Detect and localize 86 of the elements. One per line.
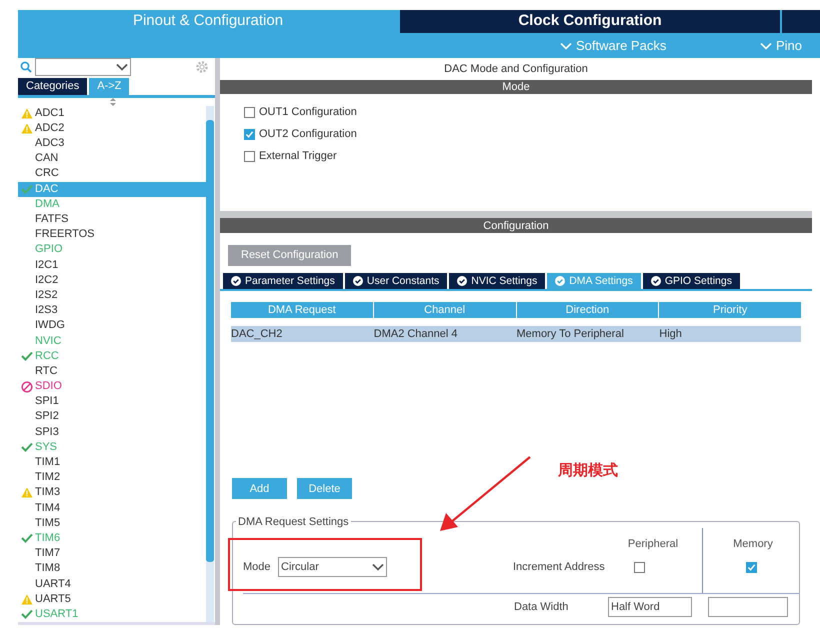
checkbox[interactable] bbox=[746, 562, 756, 573]
check-circle-icon bbox=[555, 276, 566, 286]
scroll-arrows-icon[interactable] bbox=[110, 98, 116, 106]
peripheral-item[interactable]: UART5 bbox=[18, 592, 206, 607]
peripheral-item[interactable]: TIM3 bbox=[18, 485, 206, 500]
sidebar-tab[interactable]: Categories bbox=[18, 78, 88, 95]
field-label: Increment Address bbox=[513, 560, 606, 576]
peripheral-item[interactable]: TIM5 bbox=[18, 516, 206, 531]
table-row[interactable]: DAC_CH2 DMA2 Channel 4 Memory To Peripheral High bbox=[231, 326, 801, 342]
peripheral-item[interactable]: IWDG bbox=[18, 318, 206, 334]
warning-icon bbox=[20, 122, 32, 134]
table-cell-text: Memory To Peripheral bbox=[516, 327, 625, 342]
warning-icon bbox=[20, 108, 32, 119]
settings-tab[interactable]: User Constants bbox=[344, 273, 448, 290]
blocked-icon bbox=[20, 380, 32, 393]
peripheral-item[interactable]: CRC bbox=[18, 166, 206, 182]
column-header: Direction bbox=[516, 302, 658, 318]
peripheral-item[interactable]: ADC2 bbox=[18, 120, 206, 136]
check-circle-icon bbox=[457, 276, 468, 286]
checkbox[interactable] bbox=[634, 562, 644, 573]
settings-icon[interactable] bbox=[195, 60, 209, 74]
settings-tab[interactable]: NVIC Settings bbox=[449, 273, 546, 290]
check-circle-icon bbox=[231, 276, 241, 286]
column-header: DMA Request bbox=[231, 302, 373, 318]
top-tab[interactable]: Clock Configuration bbox=[400, 10, 780, 33]
peripheral-item[interactable]: FATFS bbox=[18, 212, 206, 228]
checkbox[interactable] bbox=[244, 128, 255, 140]
chevron-down-icon bbox=[760, 42, 772, 50]
peripheral-item[interactable]: CAN bbox=[18, 151, 206, 166]
width-select[interactable] bbox=[708, 597, 788, 618]
peripheral-item[interactable]: ADC1 bbox=[18, 106, 206, 121]
column-label: Peripheral bbox=[626, 537, 680, 552]
checkbox[interactable] bbox=[244, 106, 255, 118]
scrollbar[interactable] bbox=[206, 106, 214, 622]
column-header: Channel bbox=[374, 302, 516, 318]
check-icon bbox=[20, 442, 32, 452]
panel-title: DAC Mode and Configuration bbox=[443, 62, 589, 77]
peripheral-item[interactable]: ADC3 bbox=[18, 136, 206, 152]
peripheral-item[interactable]: SPI3 bbox=[18, 424, 206, 440]
warning-icon bbox=[20, 487, 32, 498]
peripheral-item[interactable]: I2S3 bbox=[18, 303, 206, 318]
checkbox-label: OUT2 Configuration bbox=[259, 127, 357, 142]
peripheral-item[interactable]: UART4 bbox=[18, 576, 206, 592]
field-label: Data Width bbox=[514, 600, 570, 616]
top-tab-background bbox=[782, 10, 820, 33]
checkbox[interactable] bbox=[244, 150, 255, 162]
peripheral-item[interactable]: SPI2 bbox=[18, 409, 206, 425]
table-cell-text: DMA2 Channel 4 bbox=[374, 327, 459, 342]
peripheral-item[interactable]: RTC bbox=[18, 364, 206, 379]
chevron-down-icon bbox=[116, 63, 128, 72]
check-icon bbox=[20, 609, 32, 620]
peripheral-item[interactable]: TIM7 bbox=[18, 546, 206, 562]
warning-icon bbox=[20, 594, 32, 605]
peripheral-item[interactable]: I2S2 bbox=[18, 288, 206, 304]
peripheral-item[interactable]: TIM4 bbox=[18, 500, 206, 516]
peripheral-item[interactable]: TIM8 bbox=[18, 561, 206, 576]
table-cell-text: DAC_CH2 bbox=[231, 327, 284, 342]
column-label: Memory bbox=[733, 537, 773, 552]
settings-tab[interactable]: GPIO Settings bbox=[642, 273, 740, 290]
search-icon bbox=[20, 61, 32, 74]
peripheral-item[interactable]: TIM2 bbox=[18, 470, 206, 486]
checkbox-label: OUT1 Configuration bbox=[259, 105, 357, 120]
check-circle-icon bbox=[650, 276, 661, 286]
peripheral-item[interactable]: I2C2 bbox=[18, 272, 206, 288]
mode-select[interactable]: Circular bbox=[278, 557, 387, 578]
peripheral-item[interactable]: SPI1 bbox=[18, 394, 206, 410]
chevron-down-icon bbox=[560, 42, 572, 50]
check-icon bbox=[20, 184, 32, 194]
search-field[interactable] bbox=[35, 58, 131, 76]
section-header: Configuration bbox=[220, 218, 812, 234]
checkbox-label: External Trigger bbox=[259, 149, 337, 164]
peripheral-item[interactable]: I2C1 bbox=[18, 258, 206, 273]
settings-tab[interactable]: Parameter Settings bbox=[223, 273, 343, 290]
table-cell-text: High bbox=[659, 327, 683, 342]
check-circle-icon bbox=[352, 276, 363, 286]
column-header: Priority bbox=[659, 302, 801, 318]
peripheral-item[interactable]: TIM1 bbox=[18, 454, 206, 470]
peripheral-item[interactable]: SDIO bbox=[18, 379, 206, 394]
field-label: Mode bbox=[243, 560, 272, 576]
width-select[interactable]: Half Word bbox=[608, 597, 692, 618]
annotation-text: 周期模式 bbox=[558, 461, 618, 481]
chevron-down-icon bbox=[372, 563, 384, 572]
check-icon bbox=[20, 533, 32, 544]
check-icon bbox=[20, 351, 32, 362]
section-header: Mode bbox=[220, 80, 812, 94]
peripheral-item[interactable]: FREERTOS bbox=[18, 227, 206, 242]
